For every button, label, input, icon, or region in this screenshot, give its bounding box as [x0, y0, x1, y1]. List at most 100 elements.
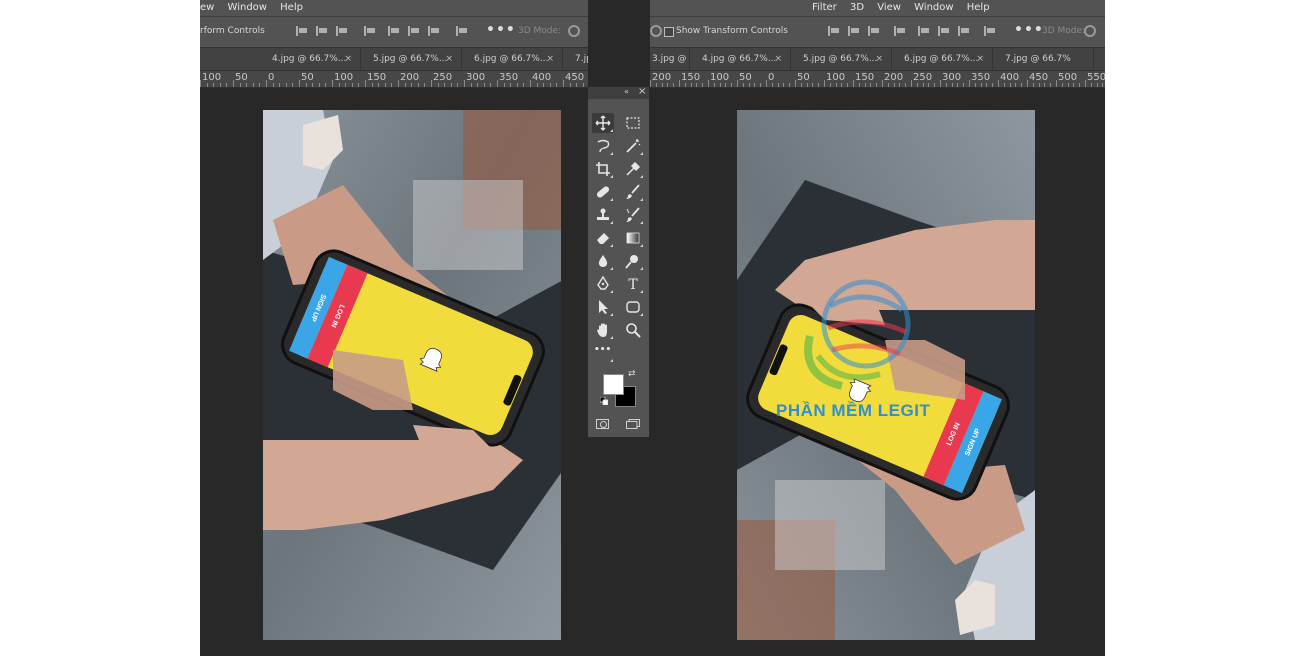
- ruler-label: 300: [466, 72, 486, 83]
- ruler-tick: [497, 80, 498, 87]
- close-icon[interactable]: ×: [638, 86, 646, 97]
- ruler-label: 150: [681, 72, 701, 83]
- more-tools[interactable]: •••: [592, 343, 614, 363]
- orbit-3d-icon[interactable]: [1084, 25, 1096, 37]
- transform-controls-label[interactable]: rform Controls: [200, 26, 265, 36]
- ruler-label: 550: [1087, 72, 1105, 83]
- distribute-icon[interactable]: [894, 26, 906, 36]
- ruler-tick: [922, 83, 924, 87]
- menu-window[interactable]: Window: [228, 0, 267, 16]
- more-options-icon[interactable]: •••: [1014, 22, 1044, 38]
- distribute-h-icon[interactable]: [984, 26, 996, 36]
- dodge-tool[interactable]: [622, 251, 644, 271]
- ruler-tick: [239, 83, 241, 87]
- menu-3d[interactable]: 3D: [850, 0, 864, 16]
- distribute-icon[interactable]: [364, 26, 376, 36]
- ruler-tick: [905, 83, 907, 87]
- lasso-tool[interactable]: [592, 136, 614, 156]
- align-left-icon[interactable]: [388, 26, 400, 36]
- close-icon[interactable]: ×: [344, 48, 352, 71]
- menu-window[interactable]: Window: [914, 0, 953, 16]
- brush-tool[interactable]: [622, 182, 644, 202]
- ruler-tick: [754, 83, 756, 87]
- photoshop-screenshot: ew Window Help rform Controls ••• 3D Mod…: [200, 0, 1105, 656]
- pen-tool[interactable]: [592, 274, 614, 294]
- ruler-tick: [523, 83, 525, 87]
- screen-mode-icon[interactable]: [626, 419, 640, 429]
- menu-help[interactable]: Help: [280, 0, 303, 16]
- ruler-tick: [404, 83, 406, 87]
- align-bottom-icon[interactable]: [868, 26, 880, 36]
- blur-tool[interactable]: [592, 251, 614, 271]
- healing-brush-tool[interactable]: [592, 182, 614, 202]
- tab-5-jpg[interactable]: 5.jpg @ 66.7%... ×: [361, 48, 462, 71]
- close-icon[interactable]: ×: [774, 48, 782, 71]
- default-colors-icon[interactable]: [600, 397, 608, 405]
- ruler-tick: [543, 83, 545, 87]
- align-bottom-icon[interactable]: [336, 26, 348, 36]
- crop-tool[interactable]: [592, 159, 614, 179]
- history-brush-tool[interactable]: [622, 205, 644, 225]
- align-left-icon[interactable]: [918, 26, 930, 36]
- tab-6-jpg[interactable]: 6.jpg @ 66.7%... ×: [462, 48, 563, 71]
- ruler-tick: [272, 83, 274, 87]
- zoom-icon: [626, 323, 641, 338]
- ruler-tick: [661, 83, 663, 87]
- ruler-tick: [200, 80, 201, 87]
- gradient-tool[interactable]: [622, 228, 644, 248]
- menu-view[interactable]: ew: [200, 0, 214, 16]
- bandage-icon: [596, 186, 610, 198]
- marquee-tool[interactable]: [622, 113, 644, 133]
- hand-tool[interactable]: [592, 320, 614, 340]
- tab-7-jpg[interactable]: 7.jpg @ 66.7%: [993, 48, 1094, 71]
- menu-help[interactable]: Help: [967, 0, 990, 16]
- close-icon[interactable]: ×: [875, 48, 883, 71]
- swap-colors-icon[interactable]: ⇄: [628, 369, 636, 379]
- type-tool[interactable]: T: [622, 274, 644, 294]
- clone-stamp-tool[interactable]: [592, 205, 614, 225]
- path-selection-tool[interactable]: [592, 297, 614, 317]
- distribute-h-icon[interactable]: [456, 26, 468, 36]
- ruler-label: 0: [768, 72, 775, 83]
- tab-3-jpg[interactable]: 3.jpg @ 66.7%...: [650, 48, 690, 71]
- ruler-tick: [800, 83, 802, 87]
- tab-4-jpg[interactable]: 4.jpg @ 66.7%... ×: [690, 48, 791, 71]
- align-top-icon[interactable]: [828, 26, 840, 36]
- ruler-label: 400: [532, 72, 552, 83]
- ruler-tick: [766, 80, 767, 87]
- align-hcenter-icon[interactable]: [408, 26, 420, 36]
- tab-6-jpg[interactable]: 6.jpg @ 66.7%... ×: [892, 48, 993, 71]
- show-transform-checkbox[interactable]: [664, 27, 674, 37]
- align-right-icon[interactable]: [428, 26, 440, 36]
- align-hcenter-icon[interactable]: [938, 26, 950, 36]
- menu-bar-left: ew Window Help: [200, 0, 588, 16]
- align-vcenter-icon[interactable]: [316, 26, 328, 36]
- more-options-icon[interactable]: •••: [486, 22, 516, 38]
- menu-filter[interactable]: Filter: [812, 0, 837, 16]
- close-icon[interactable]: ×: [445, 48, 453, 71]
- gradient-icon: [626, 232, 640, 244]
- tab-5-jpg[interactable]: 5.jpg @ 66.7%... ×: [791, 48, 892, 71]
- align-vcenter-icon[interactable]: [848, 26, 860, 36]
- 3d-rotate-icon[interactable]: [650, 25, 662, 37]
- close-icon[interactable]: ×: [976, 48, 984, 71]
- tools-panel-header[interactable]: « ×: [588, 86, 649, 99]
- rectangle-tool[interactable]: [622, 297, 644, 317]
- zoom-tool[interactable]: [622, 320, 644, 340]
- tab-4-jpg[interactable]: 4.jpg @ 66.7%... ×: [260, 48, 361, 71]
- ruler-tick: [777, 83, 779, 87]
- collapse-icon[interactable]: «: [624, 87, 629, 96]
- align-top-icon[interactable]: [296, 26, 308, 36]
- magic-wand-tool[interactable]: [622, 136, 644, 156]
- move-tool[interactable]: [592, 113, 614, 133]
- quick-mask-icon[interactable]: [596, 419, 609, 429]
- tab-7-jpg[interactable]: 7.jpg @...: [563, 48, 588, 71]
- eraser-tool[interactable]: [592, 228, 614, 248]
- align-right-icon[interactable]: [958, 26, 970, 36]
- close-icon[interactable]: ×: [546, 48, 554, 71]
- eyedropper-tool[interactable]: [622, 159, 644, 179]
- menu-view[interactable]: View: [877, 0, 901, 16]
- ruler-tick: [673, 83, 675, 87]
- orbit-3d-icon[interactable]: [568, 25, 580, 37]
- foreground-color-swatch[interactable]: [603, 374, 624, 395]
